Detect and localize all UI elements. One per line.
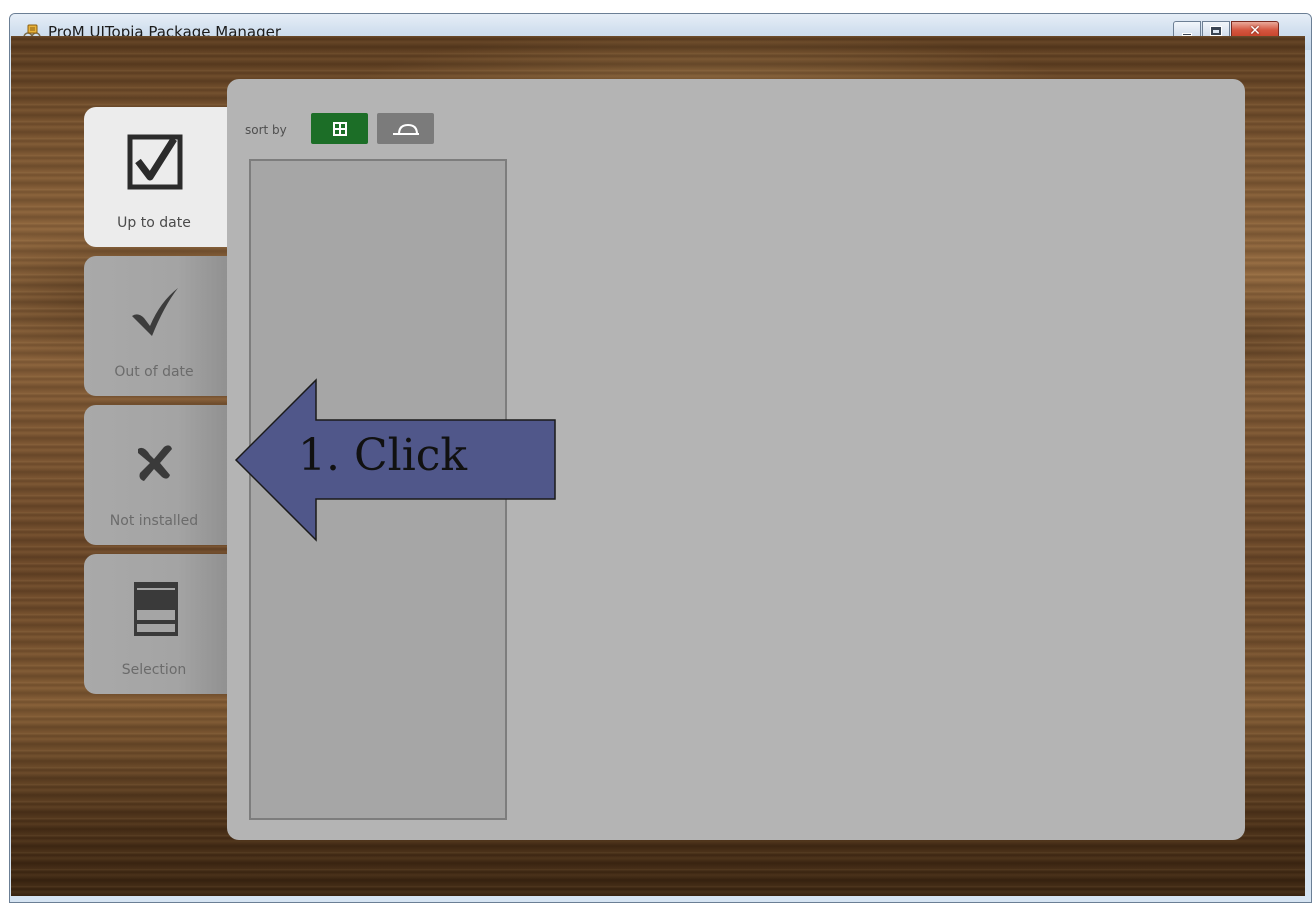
cross-icon bbox=[138, 445, 172, 481]
maximize-icon bbox=[1211, 27, 1221, 35]
tab-not-installed[interactable]: Not installed bbox=[84, 405, 240, 545]
tab-label-out-of-date: Out of date bbox=[114, 364, 194, 380]
sort-by-grid-button[interactable] bbox=[311, 113, 368, 144]
tab-label-not-installed: Not installed bbox=[109, 513, 199, 529]
sort-by-label: sort by bbox=[245, 123, 287, 137]
tab-label-selection: Selection bbox=[121, 662, 187, 678]
sort-by-dome-button[interactable] bbox=[377, 113, 434, 144]
tab-selection[interactable]: Selection bbox=[84, 554, 240, 694]
dome-icon bbox=[392, 123, 419, 135]
annotation-text: 1. Click bbox=[298, 430, 468, 481]
tab-up-to-date[interactable]: Up to date bbox=[84, 107, 244, 247]
tab-out-of-date[interactable]: Out of date bbox=[84, 256, 240, 396]
grid-icon bbox=[332, 121, 347, 136]
list-icon bbox=[134, 582, 178, 636]
annotation-arrow: 1. Click bbox=[234, 378, 558, 542]
tab-label-up-to-date: Up to date bbox=[117, 215, 191, 231]
checkmark-icon bbox=[132, 288, 178, 336]
checkbox-checked-icon bbox=[127, 134, 183, 190]
